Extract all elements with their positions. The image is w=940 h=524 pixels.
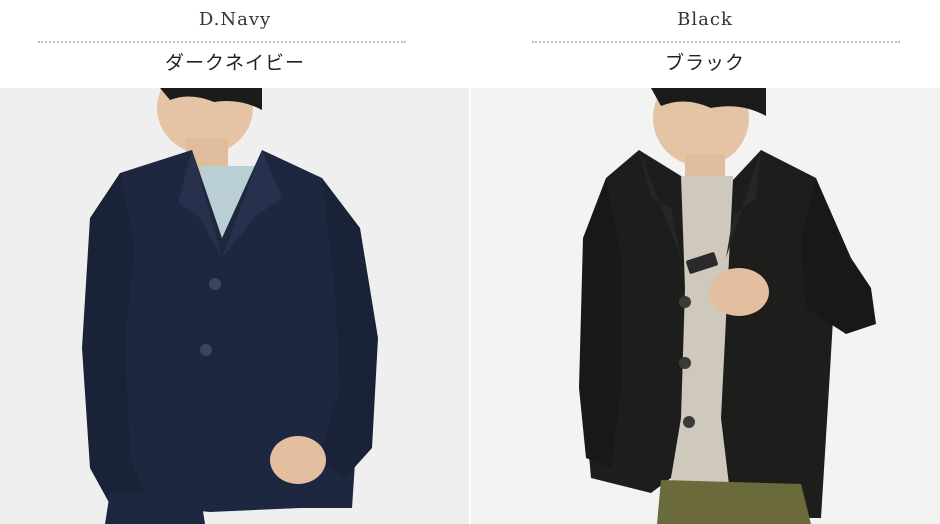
color-option-navy: D.Navy ダークネイビー: [0, 0, 470, 524]
product-photo-navy: [0, 88, 469, 524]
color-name-japanese: ブラック: [664, 52, 745, 74]
color-name-english: Black: [677, 9, 733, 30]
color-name-english: D.Navy: [198, 9, 272, 30]
dotted-divider: [38, 41, 406, 43]
color-variation-banner: D.Navy ダークネイビー Black ブラック: [0, 0, 940, 524]
color-name-japanese: ダークネイビー: [164, 52, 305, 74]
product-photo-black: [471, 88, 940, 524]
model-wearing-navy-jacket-illustration: [0, 88, 469, 524]
color-option-black: Black ブラック: [470, 0, 940, 524]
model-wearing-black-jacket-illustration: [471, 88, 940, 524]
dotted-divider: [532, 41, 900, 43]
